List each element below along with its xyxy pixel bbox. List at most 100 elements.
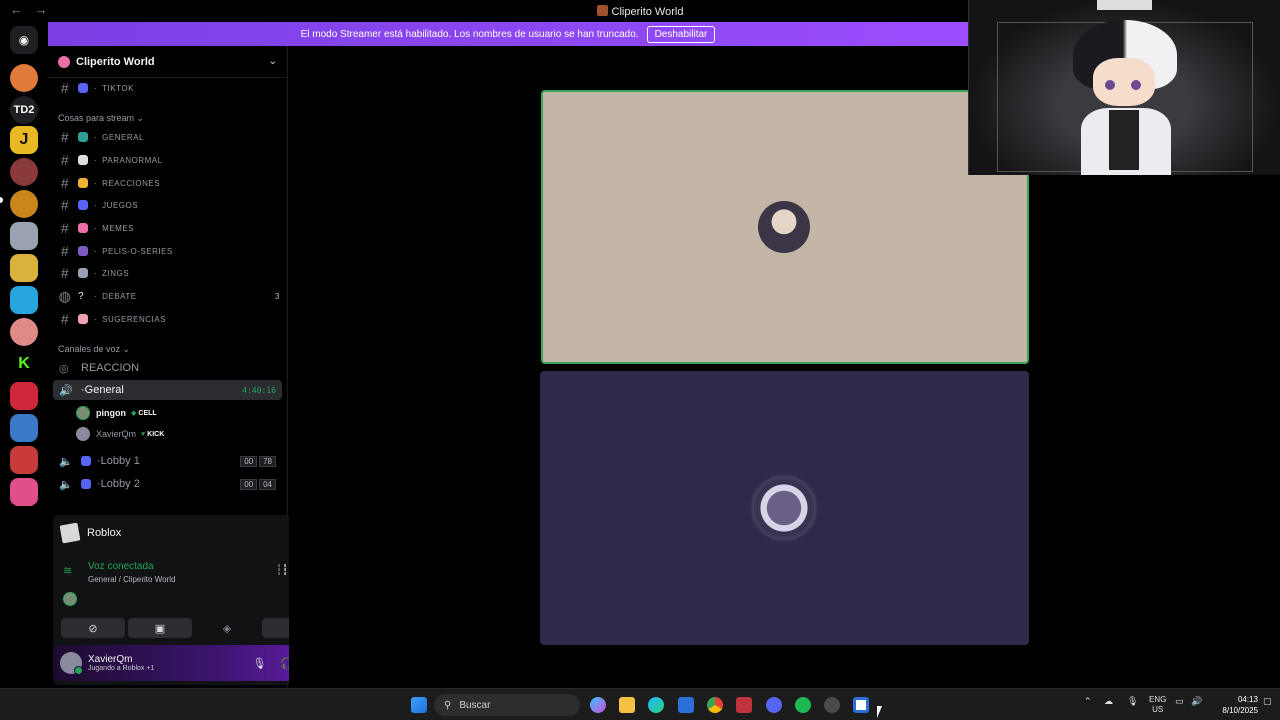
voice-user-name: XavierQm <box>96 429 137 439</box>
channel-paranormal[interactable]: # · PARANORMAL <box>56 150 284 170</box>
dot-separator: · <box>94 246 98 256</box>
keyboard-layout: US <box>1152 705 1164 714</box>
cloud-icon[interactable]: ☁ <box>1104 696 1113 707</box>
channel-sidebar: Cliperito World ⌄ # · TIKTOK Cosas para … <box>48 46 330 688</box>
window-title-text: Cliperito World <box>611 6 684 18</box>
screen-share-button[interactable]: ▣ <box>128 618 192 638</box>
file-explorer-icon[interactable] <box>619 697 635 713</box>
camera-off-button[interactable]: ⊘ <box>61 618 125 638</box>
dot-separator: · <box>94 200 98 210</box>
server-11-icon[interactable] <box>10 382 38 410</box>
voice-status[interactable]: Voz conectada <box>88 561 154 572</box>
voice-channel-label: REACCION <box>81 362 140 374</box>
dot-separator: · <box>94 178 98 188</box>
disable-button[interactable]: Deshabilitar <box>646 25 716 43</box>
forum-icon: ◍ <box>58 287 72 304</box>
channel-label: PELIS-O-SERIES <box>102 246 173 256</box>
voice-channel-lobby1[interactable]: 🔈 · Lobby 1 00 78 <box>53 451 282 471</box>
speaker-icon: 🔊 <box>59 385 73 397</box>
dot-separator: · <box>94 314 98 324</box>
dot-separator: · <box>94 223 98 233</box>
channel-debate[interactable]: ◍? · DEBATE 3 <box>56 286 284 306</box>
windows-start-icon[interactable] <box>411 697 427 713</box>
badge-limit: 04 <box>259 478 276 490</box>
channel-label: MEMES <box>102 223 135 233</box>
obs-icon[interactable] <box>824 697 840 713</box>
channel-sugerencias[interactable]: # · SUGERENCIAS <box>56 309 284 329</box>
channel-emoji-icon <box>78 268 88 278</box>
server-4-icon[interactable] <box>10 158 38 186</box>
guild-icon <box>58 55 70 68</box>
search-box[interactable]: ⚲ Buscar <box>434 694 580 716</box>
server-7-icon[interactable] <box>10 254 38 282</box>
server-14-icon[interactable] <box>10 478 38 506</box>
user-tag-text: KICK <box>147 430 165 438</box>
voice-actions: ⊘ ▣ ◈ ✦ <box>61 618 326 638</box>
roblox-icon <box>59 522 81 544</box>
voice-channel-lobby2[interactable]: 🔈 · Lobby 2 00 04 <box>53 474 282 494</box>
volume-icon[interactable]: 🔊 <box>1191 696 1202 707</box>
voice-location[interactable]: General / Cliperito World <box>88 575 175 584</box>
app-icon[interactable] <box>736 697 752 713</box>
channel-tiktok[interactable]: # · TIKTOK <box>56 78 284 98</box>
network-icon[interactable]: ▭ <box>1175 696 1184 707</box>
chevron-up-icon[interactable]: ⌃ <box>1084 696 1092 707</box>
microphone-icon[interactable]: 🎙 <box>252 657 266 670</box>
taskbar: ⚲ Buscar ⌃ ☁ 🎙 ENG US ▭ 🔊 04:13 8/10/202… <box>0 688 1280 720</box>
server-12-icon[interactable] <box>10 414 38 442</box>
roblox-taskbar-icon[interactable] <box>853 697 869 713</box>
server-8-icon[interactable] <box>10 286 38 314</box>
channel-pelis-o-series[interactable]: # · PELIS-O-SERIES <box>56 241 284 261</box>
signal-icon[interactable]: ≋ <box>63 564 77 578</box>
chrome-icon[interactable] <box>707 697 723 713</box>
voice-channel-label: General <box>84 384 124 396</box>
server-j[interactable]: J <box>10 126 38 154</box>
server-5-icon[interactable] <box>10 190 38 218</box>
channel-emoji-icon <box>78 246 88 256</box>
voice-channel-reaccion[interactable]: ◎ REACCION <box>53 358 282 378</box>
webcam-overlay <box>968 0 1280 175</box>
channel-label: JUEGOS <box>102 200 139 210</box>
hash-icon: # <box>60 243 70 259</box>
category-canales-de-voz[interactable]: Canales de voz ⌄ <box>58 344 130 355</box>
channel-memes[interactable]: # · MEMES <box>56 218 284 238</box>
notification-icon[interactable]: ▢ <box>1263 696 1272 707</box>
channel-juegos[interactable]: # · JUEGOS <box>56 195 284 215</box>
discord-home-icon[interactable]: ◉ <box>10 26 38 54</box>
channel-zings[interactable]: # · ZINGS <box>56 263 284 283</box>
copilot-icon[interactable] <box>590 697 606 713</box>
server-9-icon[interactable] <box>10 318 38 346</box>
voice-channel-general[interactable]: 🔊 · General 4:40:16 <box>53 380 282 400</box>
discord-icon[interactable] <box>766 697 782 713</box>
server-6-icon[interactable] <box>10 222 38 250</box>
voice-user-xavierqm[interactable]: XavierQm ♥ KICK <box>76 425 164 443</box>
user-tag-text: CELL <box>138 410 157 417</box>
server-13-icon[interactable] <box>10 446 38 474</box>
channel-emoji-icon <box>78 132 88 142</box>
date: 8/10/2025 <box>1222 706 1258 715</box>
clock[interactable]: 04:13 8/10/2025 <box>1206 694 1258 716</box>
server-icon <box>596 5 608 16</box>
edge-icon[interactable] <box>648 697 664 713</box>
avatar-face <box>1093 58 1155 106</box>
channel-reacciones[interactable]: # · REACCIONES <box>56 173 284 193</box>
user-names[interactable]: XavierQm Jugando a Roblox +1 <box>88 654 154 672</box>
avatar <box>76 427 90 441</box>
time: 04:13 <box>1237 695 1258 704</box>
server-k[interactable]: K <box>10 350 38 378</box>
voice-user-pingon[interactable]: pingon ◆ CELL <box>76 404 157 422</box>
category-cosas-para-stream[interactable]: Cosas para stream ⌄ <box>58 113 144 124</box>
server-1-icon[interactable] <box>10 64 38 92</box>
channel-general[interactable]: # · GENERAL <box>56 127 284 147</box>
guild-header[interactable]: Cliperito World ⌄ <box>48 46 287 78</box>
language-indicator[interactable]: ENG US <box>1149 695 1166 715</box>
user-limit-badge: 00 78 <box>240 455 276 467</box>
store-icon[interactable] <box>678 697 694 713</box>
user-avatar[interactable] <box>60 652 83 675</box>
channel-emoji-icon <box>78 178 88 188</box>
channel-label: DEBATE <box>102 291 137 301</box>
server-td2[interactable]: TD2 <box>10 96 38 124</box>
spotify-icon[interactable] <box>795 697 811 713</box>
activities-button[interactable]: ◈ <box>195 618 259 638</box>
microphone-tray-icon[interactable]: 🎙 <box>1127 696 1138 707</box>
